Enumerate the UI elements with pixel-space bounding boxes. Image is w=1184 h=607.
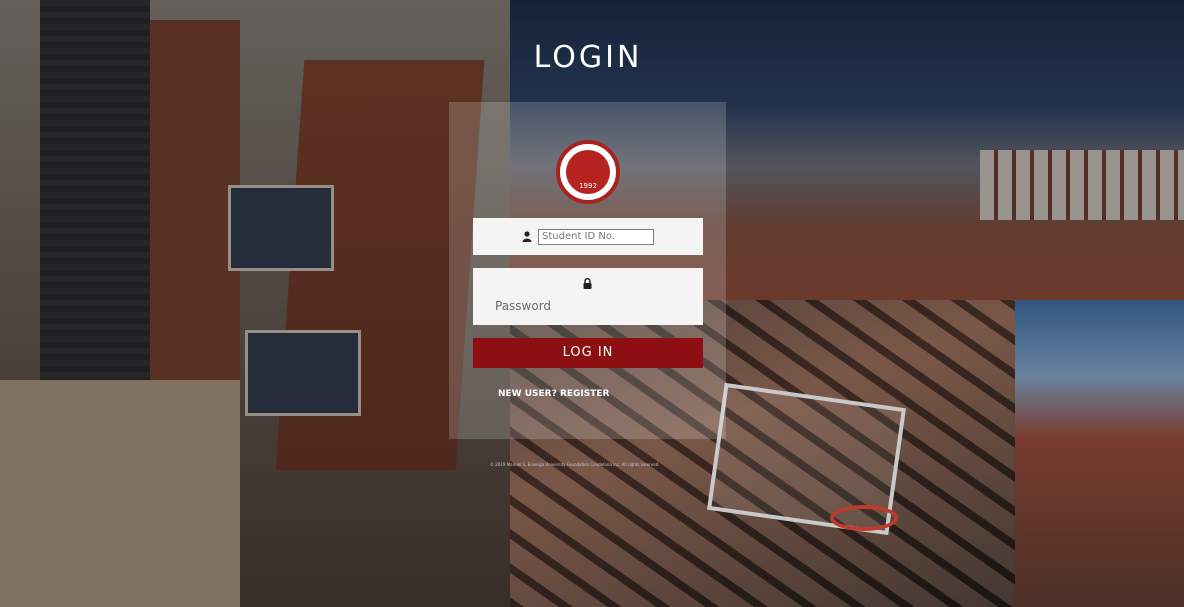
user-icon	[522, 231, 532, 242]
register-link[interactable]: NEW USER? REGISTER	[498, 389, 609, 399]
university-seal-logo: 1992	[556, 140, 620, 204]
student-id-input[interactable]	[538, 228, 654, 245]
student-id-field[interactable]	[473, 218, 703, 255]
background-building-photo	[0, 0, 510, 607]
background-roof-photo	[1015, 300, 1184, 607]
login-button[interactable]: LOG IN	[473, 338, 703, 368]
password-input[interactable]	[493, 295, 687, 317]
password-field[interactable]	[473, 268, 703, 325]
copyright-footer: © 2019 Manuel S. Enverga University Foun…	[490, 462, 660, 467]
page-title: LOGIN	[533, 40, 643, 75]
seal-year: 1992	[566, 150, 610, 194]
lock-icon	[583, 278, 592, 289]
